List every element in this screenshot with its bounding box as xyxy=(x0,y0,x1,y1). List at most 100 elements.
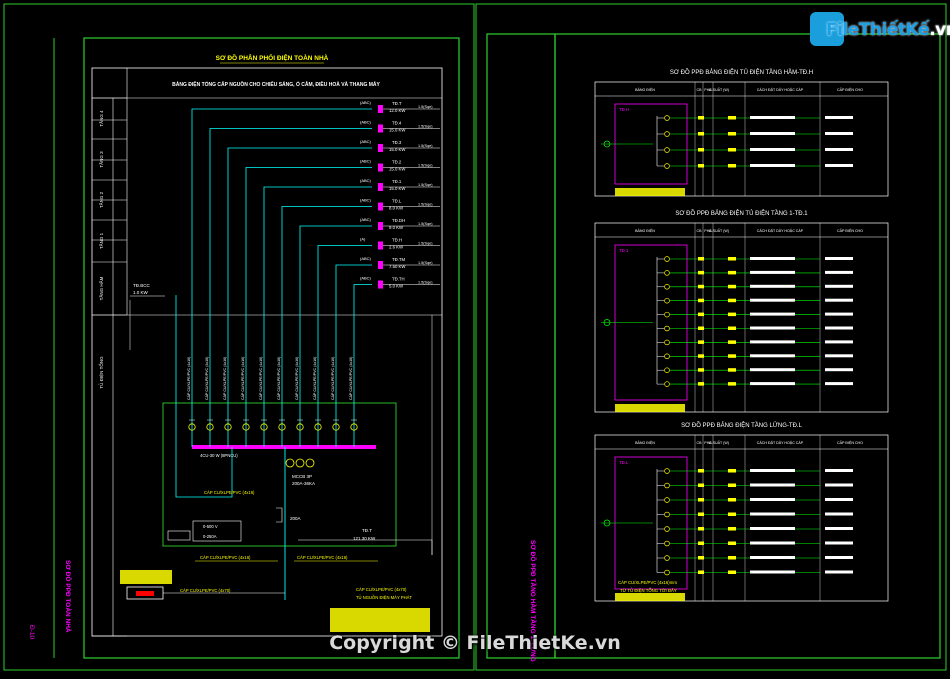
board-breaker: (ABC) xyxy=(360,139,372,144)
table-title: SƠ ĐỒ PPĐ BẢNG ĐIỆN TỦ ĐIỆN TẦNG 1-TĐ.1 xyxy=(675,209,808,217)
board-breaker: (ABC) xyxy=(360,256,372,261)
circuit-desc xyxy=(750,527,795,530)
left-sheet-label: SƠ ĐỒ PPĐ TOÀN NHÀ xyxy=(64,560,74,633)
circuit-load xyxy=(825,469,853,472)
circuit-breaker xyxy=(664,270,670,276)
circuit-desc xyxy=(750,512,795,516)
riser-label: TĐ.T xyxy=(362,528,372,533)
circuit-breaker xyxy=(664,381,670,387)
board-symbol xyxy=(378,280,383,289)
feeder-line xyxy=(353,284,372,447)
board-kw: 5.0 KW xyxy=(389,284,404,289)
circuit-desc xyxy=(750,354,795,358)
circuit-desc xyxy=(750,298,795,302)
circuit-breaker xyxy=(664,284,670,290)
board-symbol xyxy=(378,183,383,191)
board-kw: 15.0 KW xyxy=(389,147,406,152)
feeder-cable-text: CÁP CU/XLPE/PVC (4x16) xyxy=(259,357,263,400)
circuit-mark xyxy=(698,512,704,516)
column-header: BẢNG ĐIỆN xyxy=(635,228,655,233)
left-board-id: TĐ.BCC xyxy=(133,283,151,288)
board-breaker: (ABC) xyxy=(360,100,372,105)
board-breaker: (ABC) xyxy=(360,217,372,222)
board-cable: 1.5(Sqe) xyxy=(418,183,433,187)
floor-label: TỦ ĐIỆN TỔNG xyxy=(97,356,104,389)
feeder-cable-text: CÁP CU/XLPE/PVC (4x16) xyxy=(277,357,281,400)
board-id: TĐ.3 xyxy=(392,140,402,145)
circuit-mark xyxy=(698,312,704,317)
board-kw: 8.0 KW xyxy=(389,206,404,211)
board-breaker: (A) xyxy=(360,237,366,242)
legend-block xyxy=(615,593,685,601)
circuit-load xyxy=(825,116,853,119)
circuit-breaker xyxy=(664,131,670,137)
circuit-desc xyxy=(750,164,795,167)
circuit-load xyxy=(825,312,853,316)
footer-note: TỪ TỦ ĐIỆN TỔNG TỚI ĐÂY xyxy=(620,588,677,593)
board-symbol xyxy=(378,105,383,113)
circuit-mark xyxy=(698,284,704,289)
column-header: CB xyxy=(697,229,703,233)
circuit-mark xyxy=(698,298,704,303)
circuit-breaker xyxy=(664,147,670,153)
column-header: C.SUẤT (W) xyxy=(709,229,729,233)
logo-text: FileThiếtKế xyxy=(826,20,930,40)
board-breaker: (ABC) xyxy=(360,178,372,183)
circuit-mark xyxy=(698,368,704,372)
feeder-line xyxy=(209,128,372,447)
circuit-breaker xyxy=(664,482,670,489)
board-symbol xyxy=(378,222,383,230)
floor-label: TẦNG 3 xyxy=(98,151,104,168)
circuit-mark xyxy=(728,469,736,473)
circuit-mark xyxy=(698,570,704,574)
board-breaker: (ABC) xyxy=(360,159,372,164)
circuit-load xyxy=(825,541,853,545)
board-symbol xyxy=(378,241,383,250)
generator-cable: CÁP CU/XLPE/PVC (4x70) xyxy=(180,588,231,593)
circuit-breaker xyxy=(664,367,670,373)
floor-label: TẦNG 2 xyxy=(98,191,104,208)
floor-label: TẦNG 4 xyxy=(98,110,104,127)
footer-cable: CÁP CU/XLPE/PVC (4x16)mm xyxy=(618,580,677,585)
legend-block xyxy=(615,188,685,196)
circuit-load xyxy=(825,527,853,530)
circuit-mark xyxy=(698,257,704,261)
circuit-mark xyxy=(728,164,736,168)
circuit-desc xyxy=(750,326,795,330)
site-logo[interactable]: FileThiếtKế.vn xyxy=(810,12,950,46)
generator-symbol xyxy=(136,591,154,596)
circuit-mark xyxy=(728,368,736,372)
board-kw: 15.0 KW xyxy=(389,167,406,172)
circuit-mark xyxy=(698,541,704,545)
circuit-mark xyxy=(698,270,704,275)
board-breaker: (ABC) xyxy=(360,120,372,125)
circuit-load xyxy=(825,148,853,151)
circuit-desc xyxy=(750,541,795,545)
panel-board-id: TĐ.1 xyxy=(619,248,629,253)
feeder-cable-label: CÁP CU/XLPE/PVC (4x16) xyxy=(204,490,255,495)
left-board-kw: 1.0 KW xyxy=(133,290,149,295)
column-header: CB xyxy=(697,441,703,445)
column-header: CÁCH ĐẶT DÂY HOẶC CÁP xyxy=(757,229,804,233)
circuit-load xyxy=(825,368,853,372)
circuit-desc xyxy=(750,469,795,472)
legend-title: TỦ NGUỒN ĐIỆN MÁY PHÁT xyxy=(356,595,412,600)
circuit-breaker xyxy=(664,555,670,561)
feeder-cable-text: CÁP CU/XLPE/PVC (4x16) xyxy=(331,357,335,400)
column-header: CÁCH ĐẶT DÂY HOẶC CÁP xyxy=(757,441,804,445)
circuit-breaker xyxy=(664,163,670,169)
left-sheet-border xyxy=(3,3,475,671)
legend-block xyxy=(120,570,172,584)
floor-label: TẦNG HẦM xyxy=(98,276,104,300)
circuit-load xyxy=(825,570,853,574)
circuit-desc xyxy=(750,556,795,559)
column-header: CB xyxy=(697,88,703,92)
panel-table xyxy=(594,81,889,197)
board-kw: 7.50 KW xyxy=(389,264,406,269)
board-symbol xyxy=(378,261,383,269)
riser-value: 121.30 KW xyxy=(353,536,376,541)
board-id: TĐ.DH xyxy=(392,218,405,223)
board-id: TĐ.1 xyxy=(392,179,402,184)
main-breaker-rating: 200A-36KA xyxy=(292,481,315,486)
circuit-breaker xyxy=(664,497,670,503)
